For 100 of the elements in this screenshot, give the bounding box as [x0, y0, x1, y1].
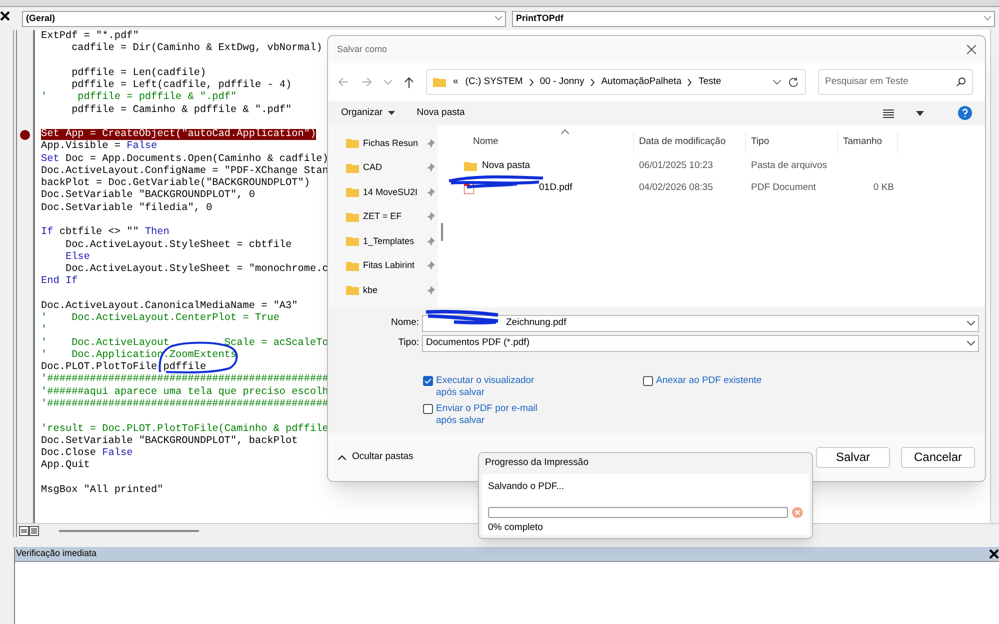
folder-icon [433, 77, 446, 87]
nav-item[interactable]: CAD [363, 161, 382, 174]
procedure-view-icon[interactable] [19, 526, 29, 536]
folder-icon [346, 162, 359, 173]
field-label: Tipo: [397, 336, 420, 350]
code-line: '############################################## [41, 374, 328, 386]
pin-icon[interactable] [427, 286, 435, 295]
breakpoint-icon[interactable] [20, 130, 30, 140]
close-icon[interactable] [967, 45, 976, 54]
pin-icon[interactable] [427, 163, 435, 172]
pin-icon[interactable] [427, 261, 435, 270]
nav-item[interactable]: 14 MoveSU2I [363, 186, 418, 199]
chevron-down-icon[interactable] [967, 320, 975, 326]
search-icon [956, 77, 966, 87]
option-label[interactable]: Anexar ao PDF existente [656, 375, 762, 387]
scrollbar-thumb[interactable] [59, 530, 199, 532]
chevron-right-icon[interactable] [590, 78, 596, 86]
folder-icon [346, 236, 359, 246]
file-type-dropdown[interactable]: Documentos PDF (*.pdf) [422, 334, 979, 352]
pin-icon[interactable] [427, 138, 435, 148]
column-header[interactable]: Tamanho [838, 131, 898, 153]
code-line: '######aqui aparece uma tela que preciso escolh [41, 386, 328, 398]
date-cell-text: 04/02/2026 08:35 [638, 180, 714, 195]
code-line: Doc.ActiveLayout.ConfigName = "PDF-XChange Stan [41, 166, 328, 177]
chevron-right-icon[interactable] [528, 78, 534, 86]
code-line: Doc.SetVariable "BACKGROUNDPLOT", 0 [41, 190, 255, 202]
breadcrumb-overflow[interactable]: « [453, 74, 458, 90]
file-name[interactable]: Nova pasta [482, 158, 530, 174]
nav-item[interactable]: Fitas Labirint [363, 259, 415, 272]
object-dropdown[interactable]: (Geral) [22, 10, 506, 26]
breadcrumb[interactable]: 00 - Jonny [540, 74, 584, 90]
checkbox[interactable] [643, 376, 653, 386]
pane-title: Verificação imediata [15, 547, 97, 560]
procedure-dropdown[interactable]: PrintTOPdf [512, 10, 995, 26]
caret-icon[interactable] [916, 110, 924, 116]
nav-item[interactable]: Fichas Resun [363, 136, 418, 150]
close-icon[interactable] [0, 11, 10, 21]
pin-icon[interactable] [427, 212, 435, 222]
option-label[interactable]: Enviar o PDF por e-mail após salvar [436, 403, 553, 427]
size-cell-text: 0 KB [872, 180, 895, 195]
code-line: Doc.PLOT.PlotToFile pdffile [41, 362, 206, 374]
code-line: Doc.ActiveLayout.StyleSheet = cbtfile [64, 240, 292, 251]
breadcrumb[interactable]: (C:) SYSTEM [465, 74, 523, 90]
collapse-icon[interactable] [338, 454, 346, 460]
nav-item[interactable]: kbe [363, 284, 378, 297]
filename-field[interactable]: Zeichnung.pdf [422, 314, 979, 332]
view-options-icon[interactable] [883, 108, 894, 118]
breadcrumb[interactable]: Teste [698, 74, 722, 90]
address-bar[interactable]: « (C:) SYSTEM 00 - Jonny AutomaçãoPalheta Teste [426, 69, 806, 95]
code-line: App.Quit [41, 460, 90, 472]
option-label[interactable]: Executar o visualizador após salvar [436, 375, 553, 399]
nav-item[interactable]: ZET = EF [363, 210, 402, 224]
search-field[interactable]: Pesquisar em Teste [818, 69, 973, 95]
dialog-title: Salvar como [337, 42, 388, 56]
file-name[interactable]: 01D.pdf [539, 180, 572, 196]
save-button[interactable]: Salvar [816, 446, 890, 468]
help-icon[interactable] [958, 106, 972, 120]
folder-icon [346, 260, 359, 271]
status-message: Salvando o PDF... [488, 480, 566, 494]
refresh-icon[interactable] [788, 76, 799, 88]
up-icon[interactable] [404, 76, 414, 88]
type-cell-text: Pasta de arquivos [750, 158, 828, 173]
code-line: If cbtfile <> "" Then [41, 227, 170, 238]
hide-folders-button[interactable]: Ocultar pastas [352, 450, 414, 464]
code-line: ' Doc.ActiveLayout.CenterPlot = True [41, 313, 280, 324]
field-label: Nome: [390, 316, 420, 330]
code-line: App.Visible = False [41, 141, 158, 152]
column-header[interactable]: Tipo [746, 131, 838, 153]
breadcrumb[interactable]: AutomaçãoPalheta [601, 74, 682, 90]
chevron-right-icon[interactable] [687, 78, 692, 86]
checkbox[interactable] [423, 376, 433, 386]
chevron-down-icon[interactable] [967, 340, 975, 346]
code-line: backPlot = Doc.GetVariable("BACKGROUNDPLOT") [41, 178, 310, 190]
code-line: Doc.Close False [41, 448, 133, 460]
folder-icon [346, 212, 359, 222]
module-view-icon[interactable] [29, 526, 39, 536]
chevron-down-icon[interactable] [773, 80, 781, 84]
checkbox[interactable] [423, 404, 433, 414]
pin-icon[interactable] [427, 236, 435, 246]
code-line: MsgBox "All printed" [41, 484, 164, 496]
code-line: ' pdffile = pdffile & ".pdf" [41, 92, 237, 104]
scrollbar-thumb[interactable] [441, 223, 443, 241]
vertical-scrollbar[interactable] [990, 30, 999, 523]
code-line: Set Doc = App.Documents.Open(Caminho & cadfile) [41, 154, 328, 165]
sort-caret-icon [561, 129, 569, 134]
code-line: pdffile = Left(cadfile, pdffile - 4) [70, 80, 292, 92]
new-folder-button[interactable]: Nova pasta [416, 106, 465, 120]
code-line: pdffile = Len(cadfile) [70, 68, 206, 79]
code-line: 'result = Doc.PLOT.PlotToFile(Caminho & pdffile [41, 424, 328, 434]
column-header[interactable]: Nome [446, 131, 634, 153]
pin-icon[interactable] [427, 188, 435, 197]
code-line: ExtPdf = "*.pdf" [41, 31, 139, 42]
organize-menu[interactable]: Organizar [341, 106, 395, 120]
column-header[interactable]: Data de modificação [634, 131, 746, 153]
folder-icon [464, 161, 477, 171]
close-icon[interactable] [989, 549, 999, 559]
cancel-button[interactable]: Cancelar [901, 446, 975, 468]
caret-icon [388, 111, 395, 115]
code-line: Doc.ActiveLayout.StyleSheet = "monochrome.c [64, 264, 328, 276]
nav-item[interactable]: 1_Templates [363, 234, 414, 248]
